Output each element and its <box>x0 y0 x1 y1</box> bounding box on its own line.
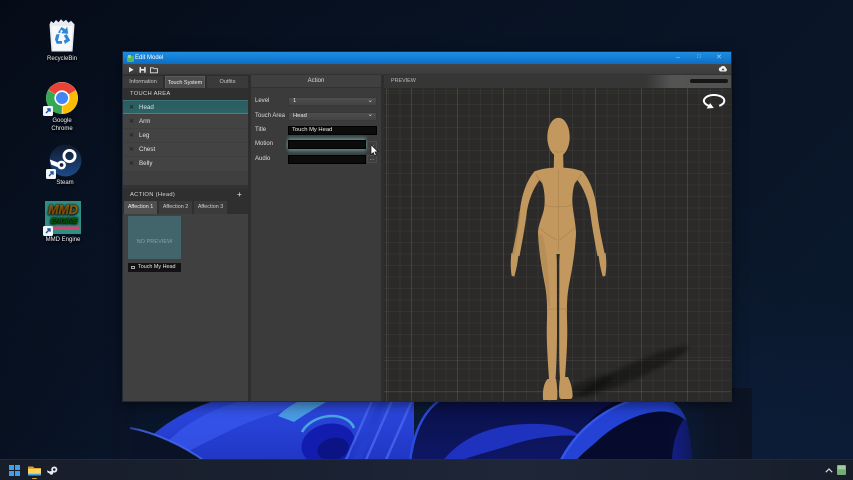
svg-text:ENGINE: ENGINE <box>51 218 78 225</box>
svg-text:MMD: MMD <box>48 203 78 217</box>
